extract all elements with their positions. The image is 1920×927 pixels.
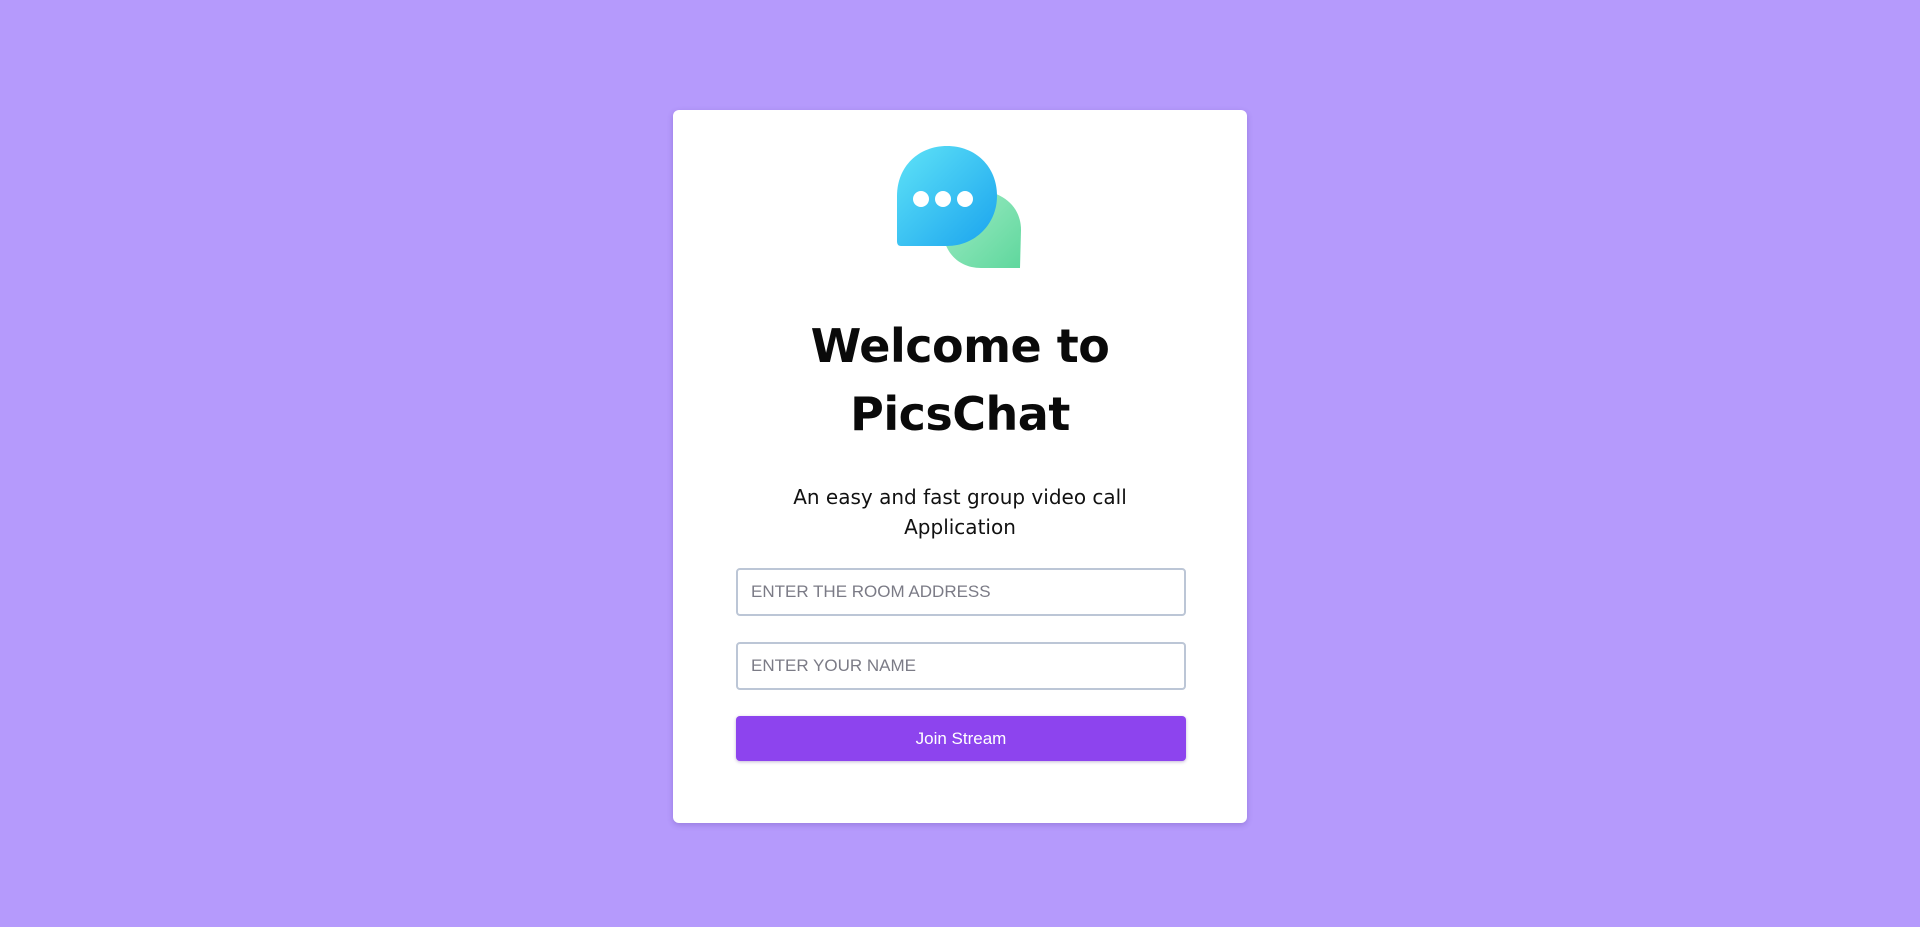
title-line-1: Welcome to — [810, 319, 1110, 373]
chat-bubbles-icon — [897, 146, 1021, 268]
room-address-input[interactable] — [736, 568, 1186, 616]
page-title: Welcome to PicsChat — [673, 312, 1247, 448]
login-card: Welcome to PicsChat An easy and fast gro… — [673, 110, 1247, 823]
join-stream-button[interactable]: Join Stream — [736, 716, 1186, 761]
app-subtitle: An easy and fast group video call Applic… — [793, 485, 1127, 539]
user-name-input[interactable] — [736, 642, 1186, 690]
title-line-2: PicsChat — [850, 387, 1070, 441]
